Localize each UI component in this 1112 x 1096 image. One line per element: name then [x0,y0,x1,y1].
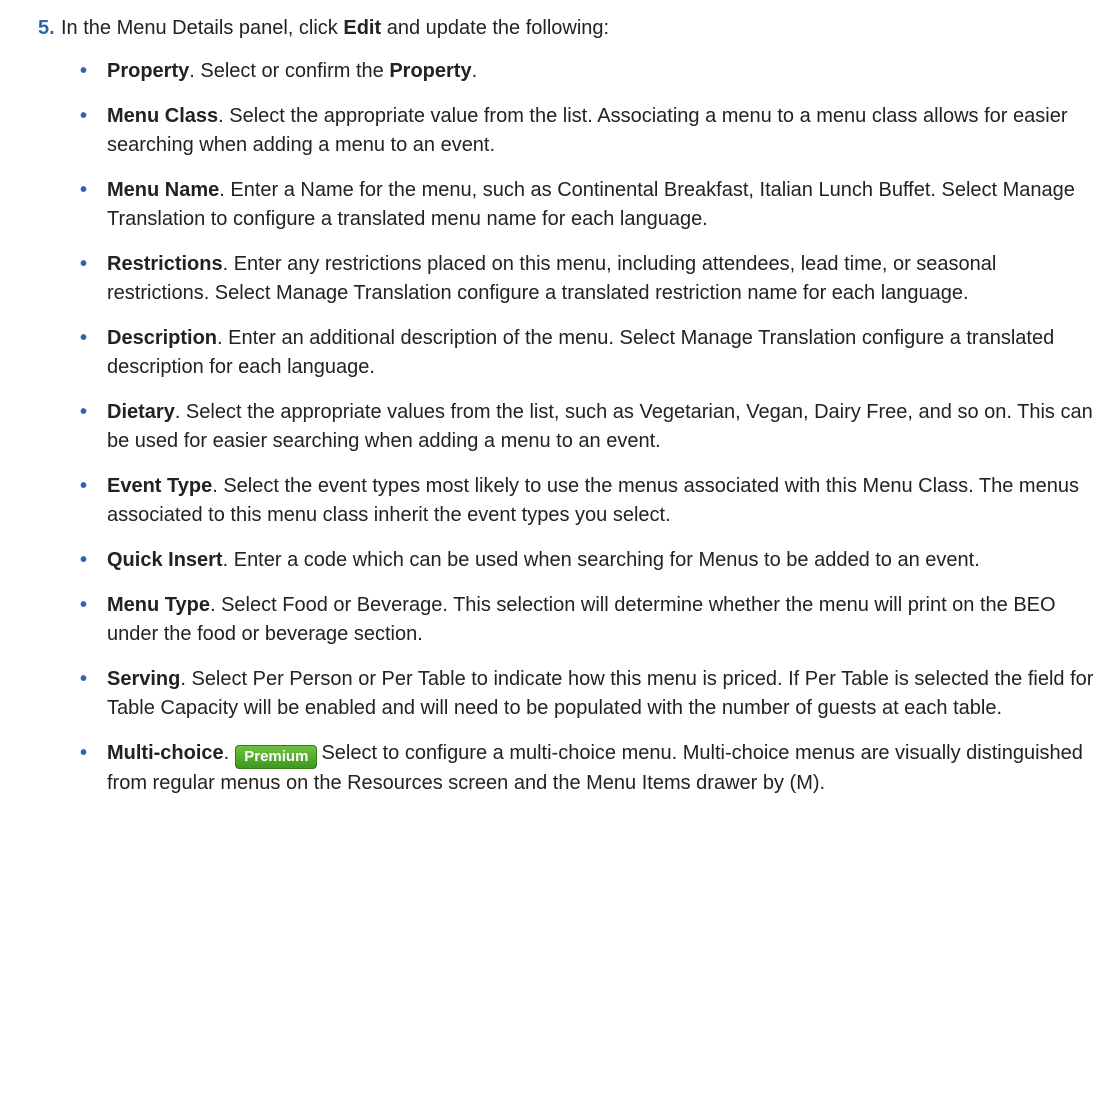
step-5: 5. In the Menu Details panel, click Edit… [0,14,1112,814]
item-term: Property [107,60,190,82]
item-text-2: . [471,60,478,82]
bullet-icon: • [80,401,88,423]
bullet-icon: • [80,549,88,571]
item-term-2: Property [389,60,472,82]
list-item-quick-insert: • Quick Insert. Enter a code which can b… [0,546,1112,575]
list-item-serving: • Serving. Select Per Person or Per Tabl… [0,665,1112,723]
item-term: Description [107,327,218,349]
item-text: . Select the event types most likely to … [107,475,1079,526]
list-item-restrictions: • Restrictions. Enter any restrictions p… [0,250,1112,308]
item-term: Menu Class [107,105,219,127]
bullet-icon: • [80,594,88,616]
item-term: Dietary [107,401,175,423]
field-list: • Property. Select or confirm the Proper… [0,57,1112,798]
bullet-icon: • [80,327,88,349]
step-text-pre: In the Menu Details panel, click [61,17,344,39]
item-term: Menu Name [107,179,220,201]
list-item-dietary: • Dietary. Select the appropriate values… [0,398,1112,456]
item-term: Serving [107,668,181,690]
bullet-icon: • [80,60,88,82]
list-item-description: • Description. Enter an additional descr… [0,324,1112,382]
list-item-multi-choice: • Multi-choice. Premium Select to configur… [0,739,1112,798]
item-text: . Select Per Person or Per Table to indi… [107,668,1094,719]
step-number: 5. [38,17,55,39]
bullet-icon: • [80,668,88,690]
item-text: . Enter a Name for the menu, such as Con… [107,179,1075,230]
item-text: . Select the appropriate values from the… [107,401,1093,452]
item-text: . Select Food or Beverage. This selectio… [107,594,1056,645]
item-term: Restrictions [107,253,223,275]
list-item-menu-name: • Menu Name. Enter a Name for the menu, … [0,176,1112,234]
list-item-event-type: • Event Type. Select the event types mos… [0,472,1112,530]
list-item-menu-type: • Menu Type. Select Food or Beverage. Th… [0,591,1112,649]
item-term: Event Type [107,475,213,497]
item-text: . Enter any restrictions placed on this … [107,253,997,304]
step-text-post: and update the following: [381,17,610,39]
bullet-icon: • [80,742,88,764]
list-item-menu-class: • Menu Class. Select the appropriate val… [0,102,1112,160]
bullet-icon: • [80,105,88,127]
edit-keyword: Edit [343,17,382,39]
item-text: . Enter an additional description of the… [107,327,1055,378]
item-text: . [223,742,230,764]
list-item-property: • Property. Select or confirm the Proper… [0,57,1112,86]
bullet-icon: • [80,179,88,201]
bullet-icon: • [80,253,88,275]
item-term: Menu Type [107,594,210,616]
bullet-icon: • [80,475,88,497]
item-text: . Select the appropriate value from the … [107,105,1068,156]
premium-badge: Premium [235,745,318,769]
item-term: Quick Insert [107,549,223,571]
step-instruction: 5. In the Menu Details panel, click Edit… [0,14,1112,43]
item-text: . Select or confirm the [189,60,390,82]
item-text: . Enter a code which can be used when se… [222,549,980,571]
item-term: Multi-choice [107,742,224,764]
